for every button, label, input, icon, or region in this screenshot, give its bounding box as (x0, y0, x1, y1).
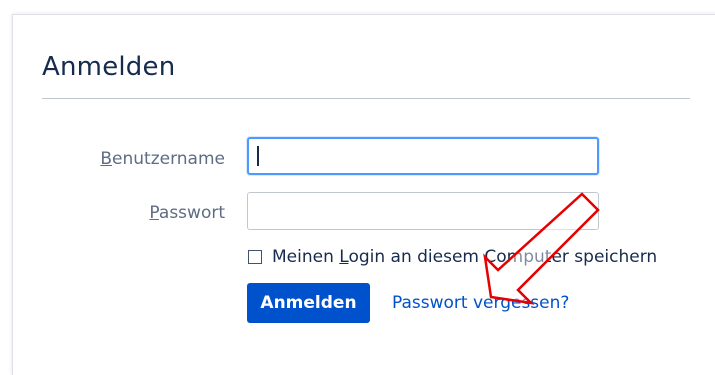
password-label-accesskey: P (149, 203, 159, 223)
page-title: Anmelden (42, 52, 176, 82)
remember-login-row[interactable]: Meinen Login an diesem Computer speicher… (248, 245, 657, 269)
text-cursor (257, 146, 259, 166)
forgot-password-link[interactable]: Passwort vergessen? (392, 291, 569, 315)
username-label-accesskey: B (100, 149, 113, 169)
password-input[interactable] (247, 192, 599, 230)
login-button[interactable]: Anmelden (247, 283, 370, 323)
password-label: Passwort (149, 201, 225, 225)
username-label: Benutzername (100, 147, 225, 171)
remember-login-checkbox[interactable] (248, 250, 262, 264)
remember-text-after: ogin an diesem Computer speichern (348, 247, 658, 267)
remember-text-before: Meinen (272, 247, 340, 267)
remember-login-label[interactable]: Meinen Login an diesem Computer speicher… (272, 245, 657, 269)
title-divider (42, 98, 690, 99)
username-label-text: enutzername (112, 149, 225, 169)
password-label-text: asswort (158, 203, 225, 223)
username-input[interactable] (247, 137, 599, 175)
